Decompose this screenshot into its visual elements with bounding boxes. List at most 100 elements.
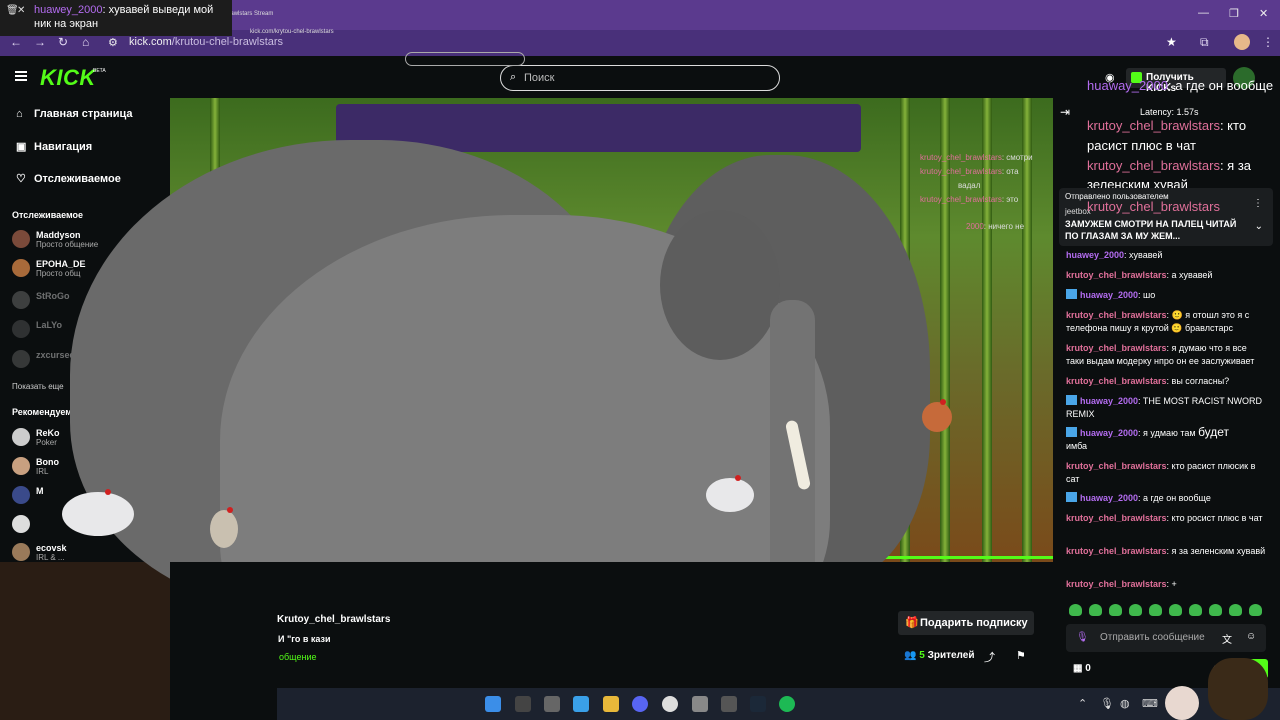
gift-sub-button[interactable]: 🎁 Подарить подписку: [898, 611, 1034, 635]
profile-avatar[interactable]: [1234, 34, 1250, 50]
inner-chat-text: : это: [1001, 195, 1019, 204]
chat-user[interactable]: huaway_2000: [1080, 493, 1138, 503]
restore-icon[interactable]: ❐: [1229, 7, 1239, 20]
app-icon[interactable]: [721, 696, 737, 712]
chat-user[interactable]: krutoy_chel_brawlstars: [1066, 546, 1167, 556]
file-explorer-icon[interactable]: [603, 696, 619, 712]
overlay-chat-line: huaway_2000: а где он вообще: [1087, 78, 1273, 94]
chat-user[interactable]: huaway_2000: [1080, 396, 1138, 406]
chat-user[interactable]: krutoy_chel_brawlstars: [1066, 270, 1167, 280]
discord-icon[interactable]: [632, 696, 648, 712]
chevron-down-icon[interactable]: ⌄: [1255, 221, 1263, 232]
chrome-icon[interactable]: [662, 696, 678, 712]
notification-user: huawey_2000: [34, 4, 103, 16]
emote-icon[interactable]: [1189, 604, 1202, 616]
heart-icon: ♡: [16, 173, 26, 185]
chat-input[interactable]: 🎙 Отправить сообщение 文 ☺: [1066, 624, 1266, 652]
chat-user[interactable]: krutoy_chel_brawlstars: [1066, 310, 1167, 320]
sidebar-item-following[interactable]: ♡ Отслеживаемое: [16, 172, 121, 185]
inner-chat-user: krutoy_chel_brawlstars: [920, 153, 1002, 162]
share-icon[interactable]: ⤴: [984, 649, 995, 665]
channel-name: ecovsk: [36, 543, 67, 553]
elephant-ear: [660, 210, 780, 360]
overlay-chat-user: krutoy_chel_brawlstars: [1087, 158, 1220, 173]
tray-chevron-icon[interactable]: ⌃: [1078, 697, 1087, 710]
chat-message: huaway_2000: а где он вообще: [1066, 492, 1266, 505]
minimize-icon[interactable]: —: [1198, 7, 1209, 19]
mic-icon[interactable]: 🎙: [1076, 632, 1089, 643]
stream-category[interactable]: общение: [279, 652, 316, 662]
menu-dots-icon[interactable]: ⋮: [1262, 35, 1274, 49]
chat-user[interactable]: krutoy_chel_brawlstars: [1066, 461, 1167, 471]
emote-icon[interactable]: [1169, 604, 1182, 616]
webcam-overlay: [0, 562, 170, 720]
task-view-icon[interactable]: [544, 696, 560, 712]
sidebar-item-browse[interactable]: ▣ Навигация: [16, 140, 92, 153]
extensions-icon[interactable]: ⧉: [1200, 35, 1209, 50]
collapse-chat-icon[interactable]: ⇥: [1060, 105, 1070, 119]
gallery-icon[interactable]: [573, 696, 589, 712]
browse-icon: ▣: [16, 141, 27, 153]
stream-channel-name[interactable]: Krutoy_chel_brawlstars: [277, 614, 390, 625]
emote-icon[interactable]: [1249, 604, 1262, 616]
bookmark-star-icon[interactable]: ★: [1166, 35, 1177, 49]
home-nav-icon[interactable]: ⌂: [82, 35, 89, 49]
pinned-menu-icon[interactable]: ⋮: [1253, 198, 1263, 209]
chat-text: : хувавей: [1124, 250, 1163, 260]
emote-icon[interactable]: [1149, 604, 1162, 616]
translate-icon[interactable]: 文: [1222, 631, 1232, 646]
kick-logo[interactable]: KICK: [40, 65, 96, 91]
sidebar-item-home[interactable]: ⌂ Главная страница: [16, 108, 133, 120]
url-field[interactable]: kick.com/krutou-chel-brawlstars: [129, 36, 283, 48]
spotify-icon[interactable]: [779, 696, 795, 712]
chat-user[interactable]: huaway_2000: [1080, 290, 1138, 300]
mic-tray-icon[interactable]: 🎙: [1100, 697, 1114, 710]
site-info-icon[interactable]: ⚙: [108, 36, 118, 49]
search-taskbar-icon[interactable]: [515, 696, 531, 712]
url-host: kick.com: [129, 36, 172, 48]
following-header: Отслеживаемое: [12, 210, 84, 220]
emote-icon[interactable]: [1209, 604, 1222, 616]
emote-icon[interactable]: [1069, 604, 1082, 616]
forward-icon[interactable]: →: [34, 35, 46, 49]
chat-user[interactable]: huawey_2000: [1066, 250, 1124, 260]
chat-user[interactable]: krutoy_chel_brawlstars: [1066, 376, 1167, 386]
avatar: [12, 457, 30, 475]
emote-icon[interactable]: [1129, 604, 1142, 616]
reload-icon[interactable]: ↻: [58, 35, 68, 49]
chicken-image: [210, 507, 238, 548]
chat-user[interactable]: krutoy_chel_brawlstars: [1066, 343, 1167, 353]
chat-message: krutoy_chel_brawlstars: кто расист плюси…: [1066, 460, 1266, 486]
emoji-icon[interactable]: ☺: [1246, 631, 1256, 642]
inner-chat-user: 2000: [966, 222, 984, 231]
pinned-message[interactable]: Отправлено пользователем ⋮ jeetbox ЗАМУЖ…: [1059, 188, 1273, 246]
pinned-text: ЗАМУЖЕМ СМОТРИ НА ПАЛЕЦ ЧИТАЙ ПО ГЛАЗАМ …: [1065, 219, 1237, 241]
overlay-chat-user: huaway_2000: [1087, 78, 1168, 93]
emote-icon[interactable]: [1229, 604, 1242, 616]
kicks-wallet-icon: ▦: [1073, 663, 1086, 674]
network-icon[interactable]: ◍: [1120, 697, 1130, 710]
chat-user[interactable]: krutoy_chel_brawlstars: [1066, 579, 1167, 589]
back-icon[interactable]: ←: [10, 35, 22, 49]
hamburger-menu-icon[interactable]: [15, 71, 27, 81]
overlay-chat-user: krutoy_chel_brawlstars: [1087, 118, 1220, 133]
report-icon[interactable]: ⚑: [1016, 649, 1026, 662]
app-icon[interactable]: [692, 696, 708, 712]
sidebar-item-label: Навигация: [34, 141, 93, 153]
chat-user[interactable]: huaway_2000: [1080, 428, 1138, 438]
keyboard-icon[interactable]: ⌨: [1142, 697, 1158, 710]
badge-icon: [1066, 289, 1077, 299]
close-window-icon[interactable]: ✕: [1259, 7, 1268, 20]
steam-icon[interactable]: [750, 696, 766, 712]
chicken-image: [62, 489, 134, 536]
chat-user[interactable]: krutoy_chel_brawlstars: [1066, 513, 1167, 523]
search-input[interactable]: ⌕ Поиск: [500, 65, 780, 91]
search-icon: ⌕: [510, 71, 517, 83]
emote-icon[interactable]: [1089, 604, 1102, 616]
video-progress-bar[interactable]: [873, 556, 1053, 559]
kicks-balance[interactable]: ▦ 0: [1073, 663, 1091, 674]
start-icon[interactable]: [485, 696, 501, 712]
show-more-link[interactable]: Показать еще: [12, 382, 64, 391]
emote-icon[interactable]: [1109, 604, 1122, 616]
chat-message: huaway_2000: THE MOST RACIST NWORD REMIX: [1066, 395, 1266, 421]
